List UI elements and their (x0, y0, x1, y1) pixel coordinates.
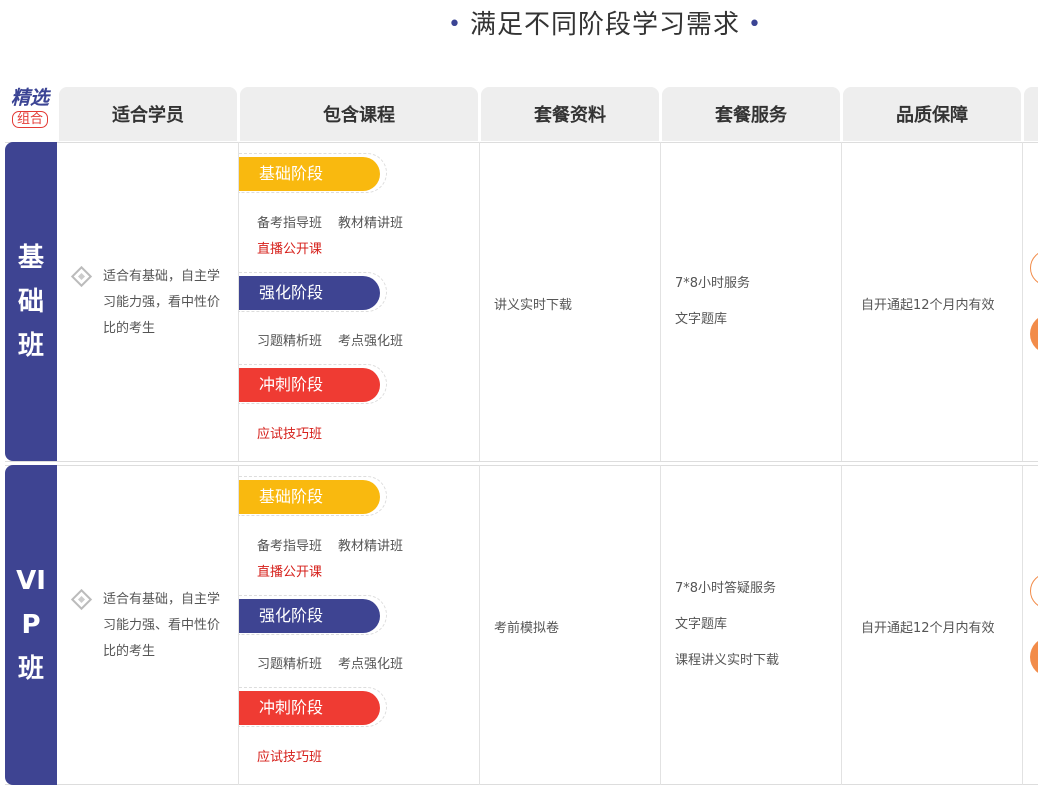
header-guarantee: 品质保障 (843, 87, 1021, 141)
guarantee-text: 自开通起12个月内有效 (861, 621, 995, 636)
services-list: 7*8小时服务 文字题库 (675, 276, 751, 327)
basic-course-list: 备考指导班 教材精讲班 (257, 216, 404, 231)
header-materials: 套餐资料 (481, 87, 659, 141)
materials-text: 讲义实时下载 (494, 298, 573, 313)
header-courses: 包含课程 (240, 87, 478, 141)
header-extra (1024, 87, 1038, 141)
guarantee-text: 自开通起12个月内有效 (861, 298, 995, 313)
materials-text: 考前模拟卷 (494, 621, 560, 636)
divider (660, 142, 661, 461)
divider (1022, 142, 1023, 461)
stage-pill-basic[interactable]: 基础阶段 (239, 153, 387, 193)
divider (1022, 465, 1023, 785)
stage-pill-sprint[interactable]: 冲刺阶段 (239, 687, 387, 727)
stage-pill-strengthen[interactable]: 强化阶段 (239, 595, 387, 635)
divider (479, 465, 480, 785)
divider (660, 465, 661, 785)
page-title: • 满足不同阶段学习需求 • (448, 10, 762, 40)
divider (841, 142, 842, 461)
live-course-link[interactable]: 直播公开课 (257, 238, 322, 257)
stage-pill-basic[interactable]: 基础阶段 (239, 476, 387, 516)
logo-text-badge: 组合 (11, 111, 48, 128)
diamond-icon (70, 265, 93, 288)
strengthen-course-list: 习题精析班 考点强化班 (257, 657, 404, 672)
bullet-dot-icon: • (748, 12, 762, 37)
stage-pill-strengthen[interactable]: 强化阶段 (239, 272, 387, 312)
fit-students: 适合有基础，自主学习能力强，看中性价比的考生 (70, 264, 221, 342)
diamond-icon (70, 588, 93, 611)
row-label-basic: 基 础 班 (5, 142, 57, 461)
bullet-dot-icon: • (448, 12, 462, 37)
header-fit-students: 适合学员 (59, 87, 237, 141)
fit-students: 适合有基础，自主学习能力强、看中性价比的考生 (70, 587, 221, 665)
basic-course-list: 备考指导班 教材精讲班 (257, 539, 404, 554)
logo-text-top: 精选 (10, 87, 49, 109)
sprint-course-link[interactable]: 应试技巧班 (257, 423, 322, 442)
sprint-course-link[interactable]: 应试技巧班 (257, 746, 322, 765)
row-label-vip: VI P 班 (5, 465, 57, 785)
logo: 精选 组合 (4, 88, 56, 140)
live-course-link[interactable]: 直播公开课 (257, 561, 322, 580)
divider (479, 142, 480, 461)
services-list: 7*8小时答疑服务 文字题库 课程讲义实时下载 (675, 581, 780, 668)
stage-pill-sprint[interactable]: 冲刺阶段 (239, 364, 387, 404)
header-services: 套餐服务 (662, 87, 840, 141)
divider (841, 465, 842, 785)
strengthen-course-list: 习题精析班 考点强化班 (257, 334, 404, 349)
